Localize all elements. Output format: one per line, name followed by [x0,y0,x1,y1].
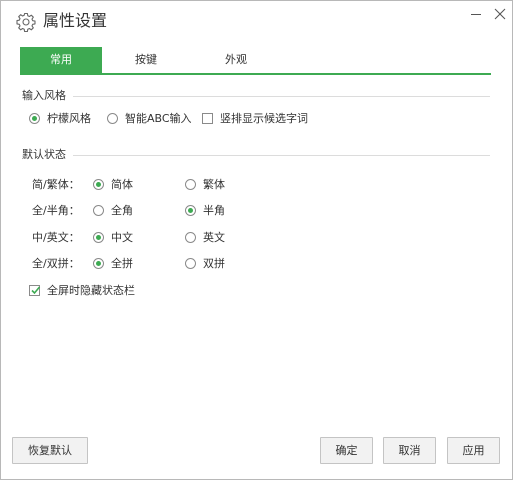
radio-label: 柠檬风格 [47,112,91,125]
restore-default-button[interactable]: 恢复默认 [12,437,88,464]
row-label-full-half-width: 全/半角： [32,204,80,217]
radio-indicator [185,179,196,190]
radio-label: 双拼 [203,257,225,270]
radio-indicator [29,113,40,124]
tab-bar: 常用 按键 外观 [20,47,491,75]
checkbox-label: 全屏时隐藏状态栏 [47,284,135,297]
radio-indicator [93,179,104,190]
radio-label: 智能ABC输入 [125,112,192,125]
checkbox-indicator [202,113,213,124]
settings-dialog: 属性设置 常用 按键 外观 输入风格 柠檬风格 智能ABC输入 竖排显示候选字词… [0,0,513,480]
radio-label: 全角 [111,204,133,217]
section-title-default-state: 默认状态 [22,148,66,161]
title-bar: 属性设置 [1,1,512,41]
row-label-simplified-traditional: 简/繁体： [32,178,80,191]
radio-label: 简体 [111,178,133,191]
radio-indicator [185,232,196,243]
tab-common[interactable]: 常用 [20,47,102,73]
radio-indicator [107,113,118,124]
window-title: 属性设置 [43,11,108,30]
row-label-full-double-pinyin: 全/双拼： [32,257,80,270]
radio-indicator [185,205,196,216]
radio-indicator [93,205,104,216]
radio-label: 繁体 [203,178,225,191]
radio-indicator [93,258,104,269]
radio-indicator [93,232,104,243]
section-divider [73,155,490,156]
ok-button[interactable]: 确定 [320,437,373,464]
radio-label: 全拼 [111,257,133,270]
radio-label: 英文 [203,231,225,244]
cancel-button[interactable]: 取消 [383,437,436,464]
tab-underline [20,73,491,75]
gear-icon [16,12,36,33]
radio-label: 半角 [203,204,225,217]
row-label-chinese-english: 中/英文： [32,231,80,244]
radio-label: 中文 [111,231,133,244]
checkbox-label: 竖排显示候选字词 [220,112,308,125]
radio-indicator [185,258,196,269]
minimize-icon [471,14,481,15]
tab-keys[interactable]: 按键 [120,47,172,73]
minimize-button[interactable] [467,5,485,23]
checkmark-icon [31,286,41,295]
section-title-input-style: 输入风格 [22,89,66,102]
section-divider [73,96,490,97]
checkbox-indicator [29,285,41,296]
close-icon [494,8,506,20]
tab-appearance[interactable]: 外观 [210,47,262,73]
close-button[interactable] [491,5,509,23]
apply-button[interactable]: 应用 [447,437,500,464]
